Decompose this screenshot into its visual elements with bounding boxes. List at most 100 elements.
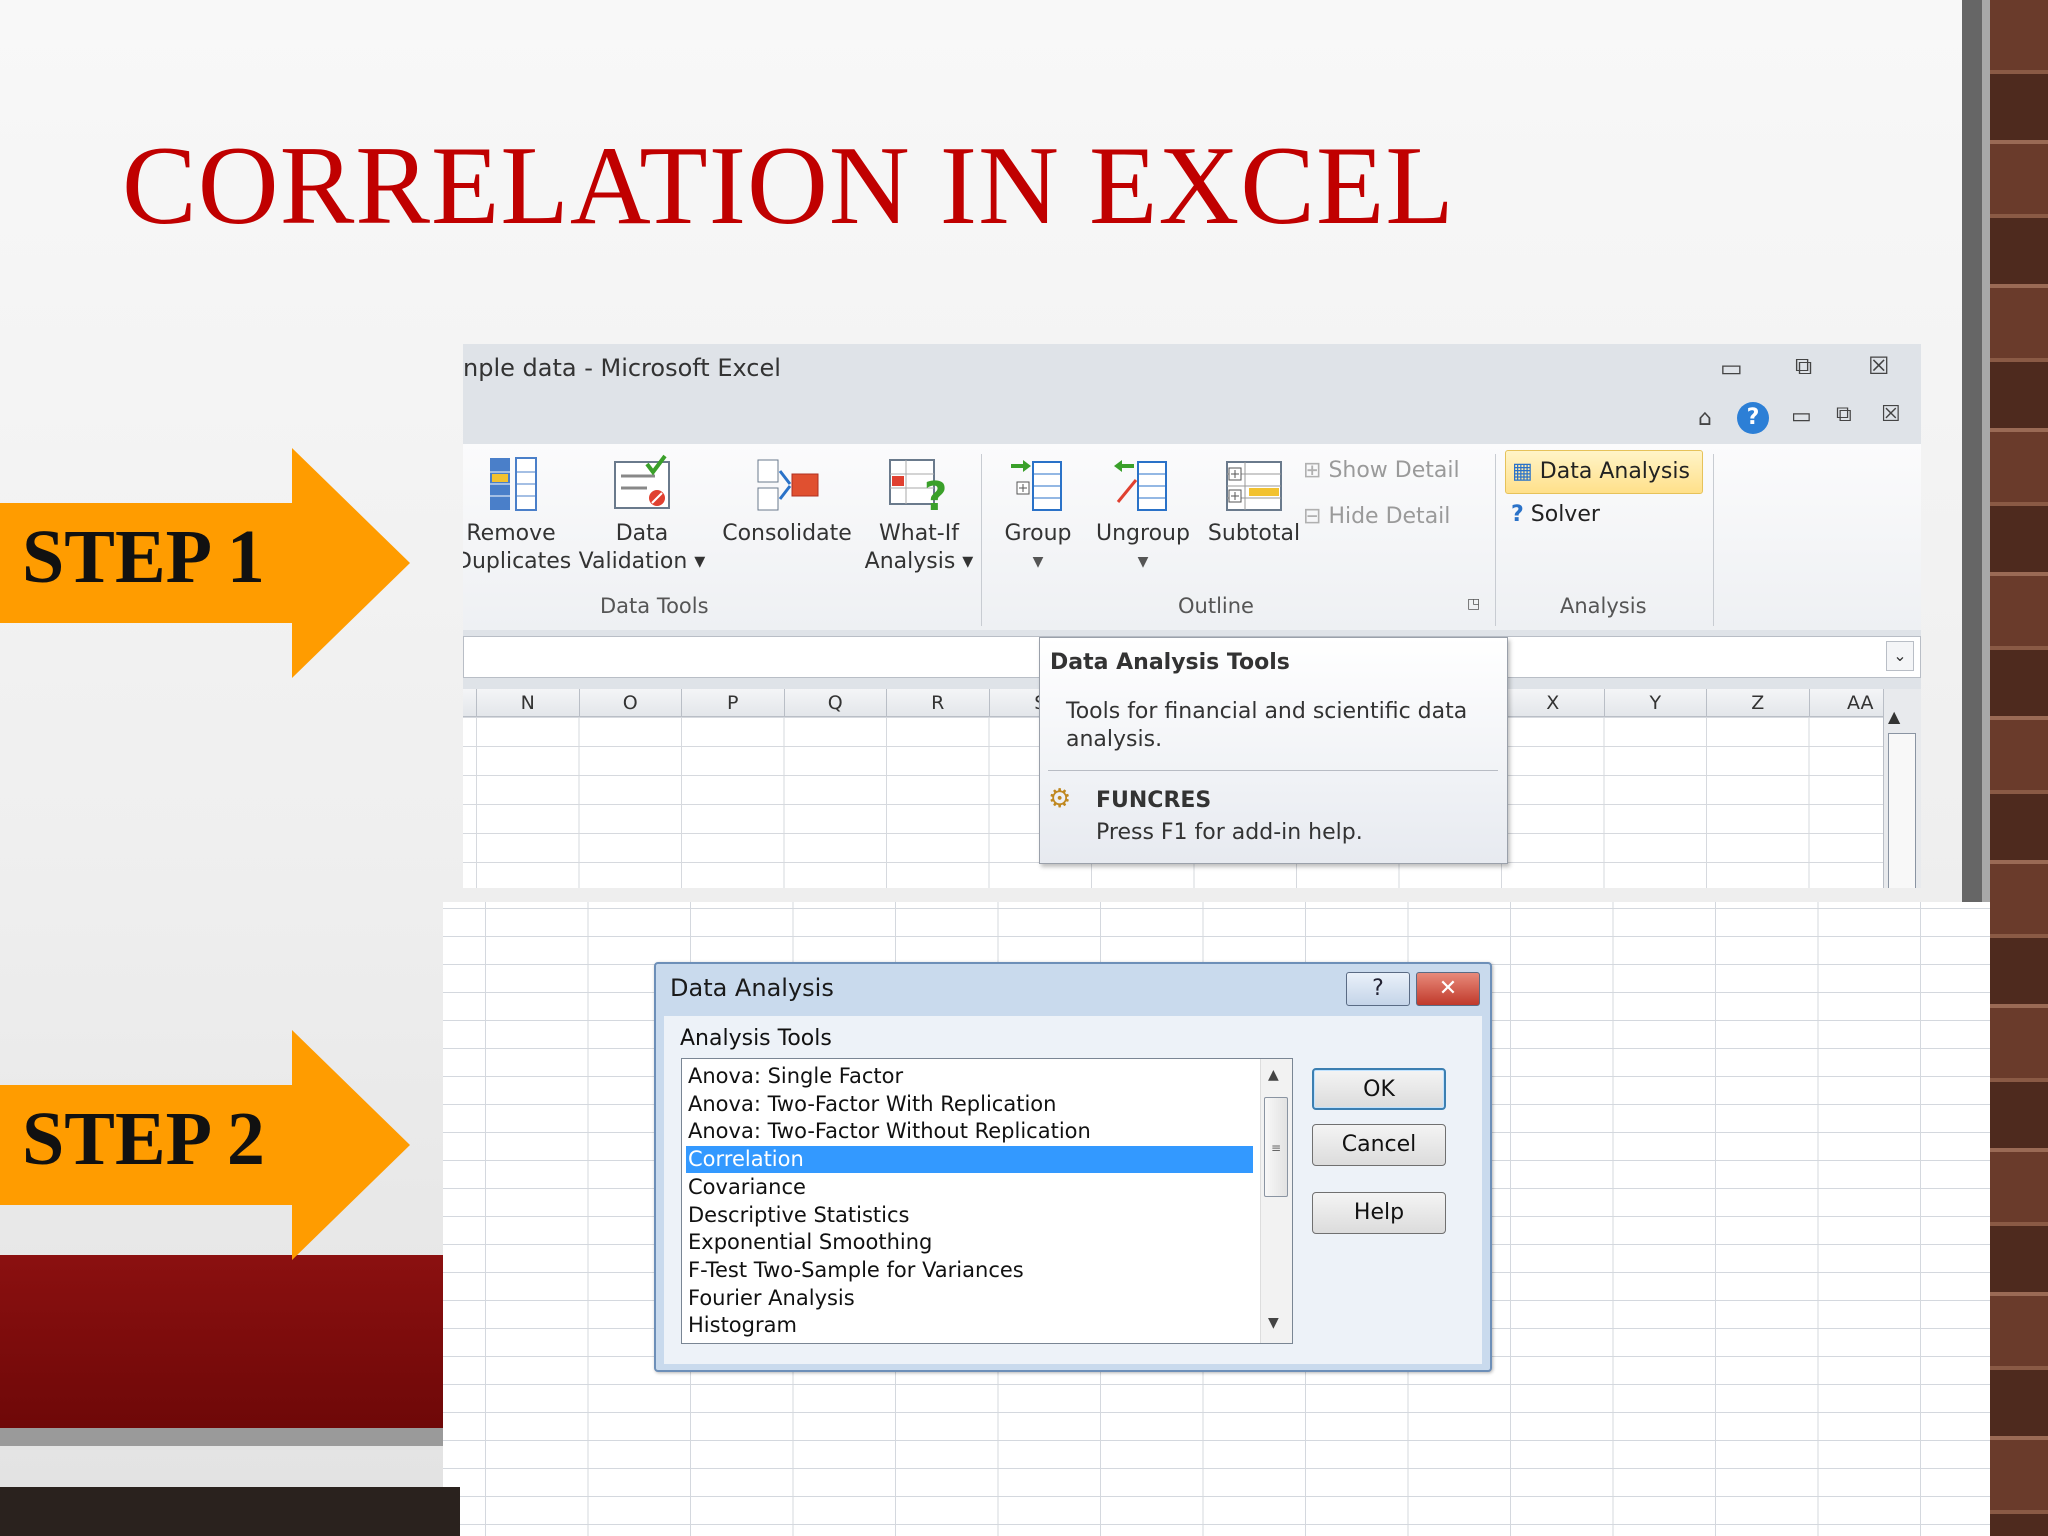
addin-gear-icon: ⚙ [1048,784,1072,814]
tooltip-description: Tools for financial and scientific data … [1066,699,1468,752]
minimize-icon[interactable]: ▭ [1720,354,1743,382]
ribbon-separator [1495,454,1496,626]
what-if-label-line1: What-If [879,521,959,546]
scroll-up-icon[interactable]: ▲ [1268,1067,1279,1083]
subtotal-icon [1226,461,1282,511]
ribbon-separator [981,454,982,626]
decorative-red-band [0,1255,460,1430]
step2-arrow: STEP 2 [0,1030,412,1260]
analysis-tool-item[interactable]: F-Test Two-Sample for Variances [686,1257,1253,1284]
tooltip-title: Data Analysis Tools [1050,650,1290,675]
remove-duplicates-icon [490,457,537,511]
data-analysis-label: Data Analysis [1539,459,1690,484]
column-header[interactable]: P [681,689,784,717]
consolidate-label: Consolidate [722,521,852,546]
group-button[interactable]: Group ▼ [993,454,1083,576]
analysis-tool-item[interactable]: Histogram [686,1312,1253,1339]
ribbon-separator [1713,454,1714,626]
data-analysis-icon: ▦ [1512,459,1533,484]
ribbon-data-tab: Remove Duplicates Data Validation ▾ Cons… [463,444,1921,630]
data-validation-label-line1: Data [615,521,669,546]
ungroup-icon [1114,460,1167,511]
consolidate-button[interactable]: Consolidate [717,454,857,548]
svg-text:?: ? [924,474,947,514]
analysis-tool-item[interactable]: Anova: Two-Factor With Replication [686,1091,1253,1118]
brick-wall-background [1990,0,2048,1536]
workbook-restore-icon[interactable]: ⧉ [1836,402,1852,427]
dialog-body: Analysis Tools ▲ ≡ ▼ Anova: Single Facto… [664,1016,1482,1364]
solver-label: Solver [1530,502,1600,527]
group-label-data-tools: Data Tools [600,594,709,618]
hide-detail-label: Hide Detail [1328,504,1451,529]
dialog-title: Data Analysis [670,974,834,1002]
ungroup-label: Ungroup [1096,521,1190,546]
ok-button[interactable]: OK [1312,1068,1446,1110]
group-icon [1011,460,1062,511]
step2-label: STEP 2 [22,1097,265,1181]
analysis-tool-item[interactable]: Correlation [686,1146,1253,1174]
help-icon[interactable]: ? [1737,402,1769,434]
subtotal-label: Subtotal [1207,521,1301,546]
consolidate-icon [757,459,819,511]
data-analysis-dialog: Data Analysis ? ✕ Analysis Tools ▲ ≡ ▼ A… [654,962,1492,1372]
show-detail-icon: ⊞ [1303,458,1322,483]
scroll-thumb[interactable] [1888,733,1916,888]
analysis-tool-item[interactable]: Anova: Single Factor [686,1063,1253,1090]
slide-edge-bar [1982,0,1990,902]
analysis-tool-item[interactable]: Anova: Two-Factor Without Replication [686,1118,1253,1145]
data-validation-button[interactable]: Data Validation ▾ [575,454,709,576]
data-validation-icon [614,454,670,509]
data-analysis-tooltip: Data Analysis Tools Tools for financial … [1039,637,1508,864]
group-label-outline: Outline [1178,594,1254,618]
step1-arrow: STEP 1 [0,448,412,678]
ungroup-button[interactable]: Ungroup ▼ [1084,454,1202,576]
what-if-analysis-button[interactable]: ? What-If Analysis ▾ [860,454,978,576]
analysis-tools-listbox[interactable]: ▲ ≡ ▼ Anova: Single Factor Anova: Two-Fac… [681,1058,1293,1344]
column-header[interactable]: N [476,689,579,717]
listbox-scrollbar[interactable]: ▲ ≡ ▼ [1260,1059,1292,1343]
window-title: nple data - Microsoft Excel [463,354,781,382]
hide-detail-icon: ⊟ [1303,504,1322,529]
help-button[interactable]: Help [1312,1192,1446,1234]
bottom-dark-strip [0,1487,460,1536]
solver-button[interactable]: ? Solver [1511,502,1600,527]
remove-duplicates-label-line1: Remove [466,521,556,546]
remove-duplicates-label-line2: Duplicates [463,549,572,574]
what-if-analysis-icon: ? [889,459,947,514]
column-header[interactable]: O [578,689,682,717]
analysis-tool-item[interactable]: Descriptive Statistics [686,1202,1253,1229]
dialog-help-icon[interactable]: ? [1346,972,1410,1006]
workbook-close-icon[interactable]: ☒ [1881,402,1901,427]
remove-duplicates-button[interactable]: Remove Duplicates [463,454,572,576]
scroll-up-icon[interactable]: ▲ [1888,707,1900,726]
scroll-thumb[interactable]: ≡ [1264,1097,1288,1197]
excel-window: nple data - Microsoft Excel ▭ ⧉ ☒ ⌂ ? ▭ … [463,344,1921,888]
hide-detail-button[interactable]: ⊟ Hide Detail [1303,504,1450,529]
analysis-tool-item[interactable]: Covariance [686,1174,1253,1201]
analysis-tool-item[interactable]: Exponential Smoothing [686,1229,1253,1256]
solver-icon: ? [1511,502,1524,527]
column-header[interactable]: Q [783,689,887,717]
close-icon[interactable]: ☒ [1868,352,1890,380]
step1-label: STEP 1 [22,515,265,599]
slide-edge-bar [1962,0,1982,902]
column-header[interactable]: Z [1706,689,1809,717]
cancel-button[interactable]: Cancel [1312,1124,1446,1166]
expand-formula-bar-icon[interactable]: ⌄ [1886,641,1914,671]
restore-icon[interactable]: ⧉ [1795,352,1812,380]
vertical-scrollbar[interactable]: ▲ [1883,689,1921,888]
dialog-launcher-icon[interactable]: ◳ [1467,596,1480,612]
analysis-tools-label: Analysis Tools [680,1026,832,1051]
dropdown-arrow-icon: ▼ [1032,554,1044,570]
column-header[interactable]: X [1501,689,1604,717]
workbook-minimize-icon[interactable]: ▭ [1791,404,1812,429]
analysis-tool-item[interactable]: Fourier Analysis [686,1285,1253,1312]
subtotal-button[interactable]: Subtotal [1196,454,1312,548]
scroll-down-icon[interactable]: ▼ [1268,1315,1279,1331]
ribbon-collapse-icon[interactable]: ⌂ [1698,406,1712,431]
column-header[interactable]: Y [1603,689,1707,717]
data-analysis-button[interactable]: ▦ Data Analysis [1505,450,1703,494]
dialog-close-icon[interactable]: ✕ [1416,972,1480,1006]
show-detail-button[interactable]: ⊞ Show Detail [1303,458,1460,483]
column-header[interactable]: R [886,689,989,717]
